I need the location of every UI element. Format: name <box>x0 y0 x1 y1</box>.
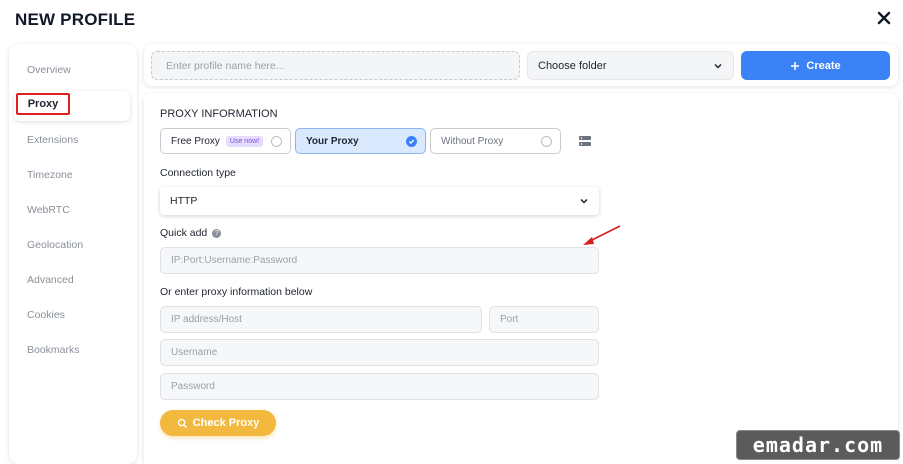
help-icon[interactable]: ? <box>212 229 222 238</box>
use-now-badge: Use now! <box>225 135 264 147</box>
port-input[interactable] <box>489 306 599 333</box>
red-arrow-annotation <box>583 225 621 245</box>
profile-name-input[interactable] <box>151 51 520 80</box>
sidebar-item-proxy[interactable]: Proxy <box>16 93 70 115</box>
close-icon[interactable] <box>874 8 894 28</box>
sidebar-item-overview[interactable]: Overview <box>27 64 71 76</box>
sidebar-item-webrtc[interactable]: WebRTC <box>27 204 70 216</box>
without-proxy-label: Without Proxy <box>441 135 504 147</box>
or-enter-label: Or enter proxy information below <box>160 286 313 298</box>
sidebar-item-geolocation[interactable]: Geolocation <box>27 239 83 251</box>
proxy-section-title: PROXY INFORMATION <box>160 108 278 120</box>
username-input[interactable] <box>160 339 599 366</box>
ip-host-input[interactable] <box>160 306 482 333</box>
server-list-icon[interactable] <box>578 134 592 148</box>
your-proxy-option[interactable]: Your Proxy <box>295 128 426 154</box>
check-proxy-button[interactable]: Check Proxy <box>160 410 276 436</box>
check-icon <box>408 139 415 144</box>
free-proxy-option[interactable]: Free Proxy Use now! <box>160 128 291 154</box>
without-proxy-option[interactable]: Without Proxy <box>430 128 561 154</box>
sidebar-item-bookmarks[interactable]: Bookmarks <box>27 344 80 356</box>
page-title: NEW PROFILE <box>15 10 136 29</box>
connection-type-select[interactable]: HTTP <box>160 187 599 215</box>
your-proxy-radio[interactable] <box>406 136 417 147</box>
folder-select-value: Choose folder <box>538 59 607 72</box>
password-input[interactable] <box>160 373 599 400</box>
folder-select[interactable]: Choose folder <box>527 51 734 80</box>
free-proxy-radio[interactable] <box>271 136 282 147</box>
watermark-logo: emadar.com <box>736 430 900 460</box>
plus-icon <box>791 61 800 70</box>
sidebar-item-extensions[interactable]: Extensions <box>27 134 78 146</box>
quick-add-label: Quick add? <box>160 227 222 239</box>
create-button-label: Create <box>806 59 841 72</box>
sidebar-item-cookies[interactable]: Cookies <box>27 309 65 321</box>
search-icon <box>177 418 187 428</box>
your-proxy-label: Your Proxy <box>306 135 359 147</box>
create-button[interactable]: Create <box>741 51 890 80</box>
without-proxy-radio[interactable] <box>541 136 552 147</box>
sidebar: Overview Proxy Extensions Timezone WebRT… <box>9 44 137 464</box>
sidebar-item-timezone[interactable]: Timezone <box>27 169 73 181</box>
sidebar-item-advanced[interactable]: Advanced <box>27 274 74 286</box>
connection-type-label: Connection type <box>160 167 236 179</box>
chevron-down-icon <box>714 63 722 69</box>
chevron-down-icon <box>580 198 588 204</box>
connection-type-value: HTTP <box>170 195 198 207</box>
quick-add-input[interactable] <box>160 247 599 274</box>
quick-add-label-text: Quick add <box>160 227 208 239</box>
free-proxy-label: Free Proxy <box>171 135 220 147</box>
check-proxy-label: Check Proxy <box>192 417 260 429</box>
